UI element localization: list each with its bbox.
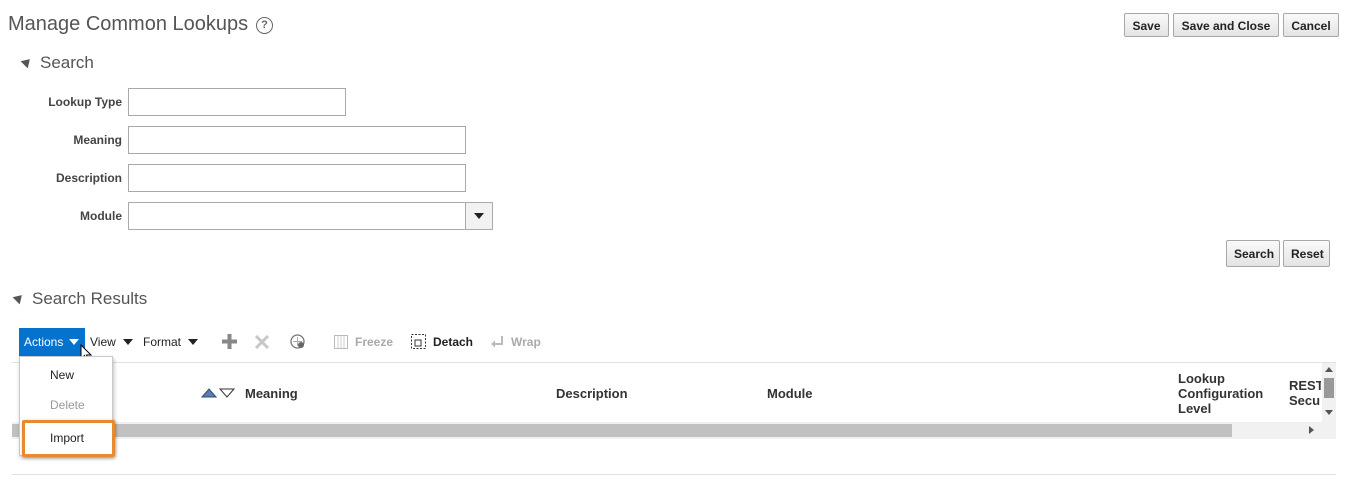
meaning-input[interactable] — [128, 126, 466, 154]
search-results-heading: Search Results — [32, 289, 148, 308]
collapse-triangle-icon — [12, 291, 26, 305]
vertical-scroll-thumb[interactable] — [1324, 378, 1334, 398]
description-label: Description — [55, 171, 122, 185]
scroll-up-icon[interactable] — [1325, 367, 1333, 372]
detach-icon — [411, 334, 426, 349]
wrap-button[interactable]: Wrap — [511, 335, 541, 349]
column-header-module[interactable]: Module — [767, 386, 813, 401]
view-label: View — [90, 335, 116, 349]
query-by-example-icon[interactable] — [290, 334, 306, 350]
scroll-right-icon[interactable] — [1309, 426, 1314, 434]
table-bottom-divider — [12, 474, 1336, 475]
header-line: Secu — [1289, 393, 1321, 408]
lookup-type-label: Lookup Type — [48, 95, 122, 109]
vertical-scrollbar[interactable] — [1322, 363, 1336, 422]
search-section-header[interactable]: Search — [20, 53, 94, 73]
column-header-description[interactable]: Description — [556, 386, 628, 401]
column-header-lookup-configuration-level[interactable]: Lookup Configuration Level — [1178, 371, 1263, 416]
freeze-icon — [334, 335, 348, 349]
column-header-rest-security[interactable]: REST Secu — [1289, 378, 1321, 408]
horizontal-scroll-thumb[interactable] — [12, 424, 1232, 437]
page-title: Manage Common Lookups — [8, 13, 249, 35]
help-icon[interactable]: ? — [256, 17, 273, 34]
menu-item-new[interactable]: New — [20, 361, 114, 389]
module-label: Module — [80, 209, 122, 223]
search-heading: Search — [40, 53, 94, 72]
chevron-down-icon — [188, 339, 199, 345]
meaning-label: Meaning — [73, 133, 122, 147]
module-dropdown-button[interactable] — [465, 203, 492, 229]
description-input[interactable] — [128, 164, 466, 192]
header-line: REST — [1289, 378, 1321, 393]
cancel-button[interactable]: Cancel — [1283, 13, 1339, 37]
reset-button[interactable]: Reset — [1283, 240, 1330, 267]
actions-menu-button[interactable]: Actions — [19, 328, 85, 356]
save-and-close-button[interactable]: Save and Close — [1173, 13, 1279, 37]
format-label: Format — [143, 335, 182, 349]
save-button[interactable]: Save — [1124, 13, 1169, 37]
chevron-down-icon — [69, 339, 79, 345]
freeze-button[interactable]: Freeze — [355, 335, 393, 349]
add-icon[interactable] — [222, 334, 237, 349]
header-line: Level — [1178, 401, 1212, 416]
collapse-triangle-icon — [20, 55, 34, 69]
search-results-section-header[interactable]: Search Results — [12, 289, 148, 309]
delete-icon[interactable] — [255, 335, 269, 349]
menu-item-delete[interactable]: Delete — [20, 391, 114, 419]
module-select[interactable] — [128, 202, 493, 230]
search-button[interactable]: Search — [1226, 240, 1280, 267]
sort-arrows-icon[interactable] — [201, 387, 235, 399]
lookup-type-input[interactable] — [128, 88, 346, 116]
chevron-down-icon — [123, 339, 134, 345]
column-header-meaning[interactable]: Meaning — [245, 386, 298, 401]
wrap-icon — [491, 336, 503, 348]
chevron-down-icon — [474, 213, 484, 219]
view-menu-button[interactable]: View — [90, 335, 134, 349]
header-line: Configuration — [1178, 386, 1264, 401]
scroll-down-icon[interactable] — [1325, 410, 1333, 415]
detach-button[interactable]: Detach — [433, 335, 473, 349]
horizontal-scrollbar[interactable] — [12, 422, 1336, 439]
header-line: Lookup — [1178, 371, 1225, 386]
actions-label: Actions — [24, 335, 64, 349]
import-highlight-box — [22, 420, 115, 457]
format-menu-button[interactable]: Format — [143, 335, 199, 349]
